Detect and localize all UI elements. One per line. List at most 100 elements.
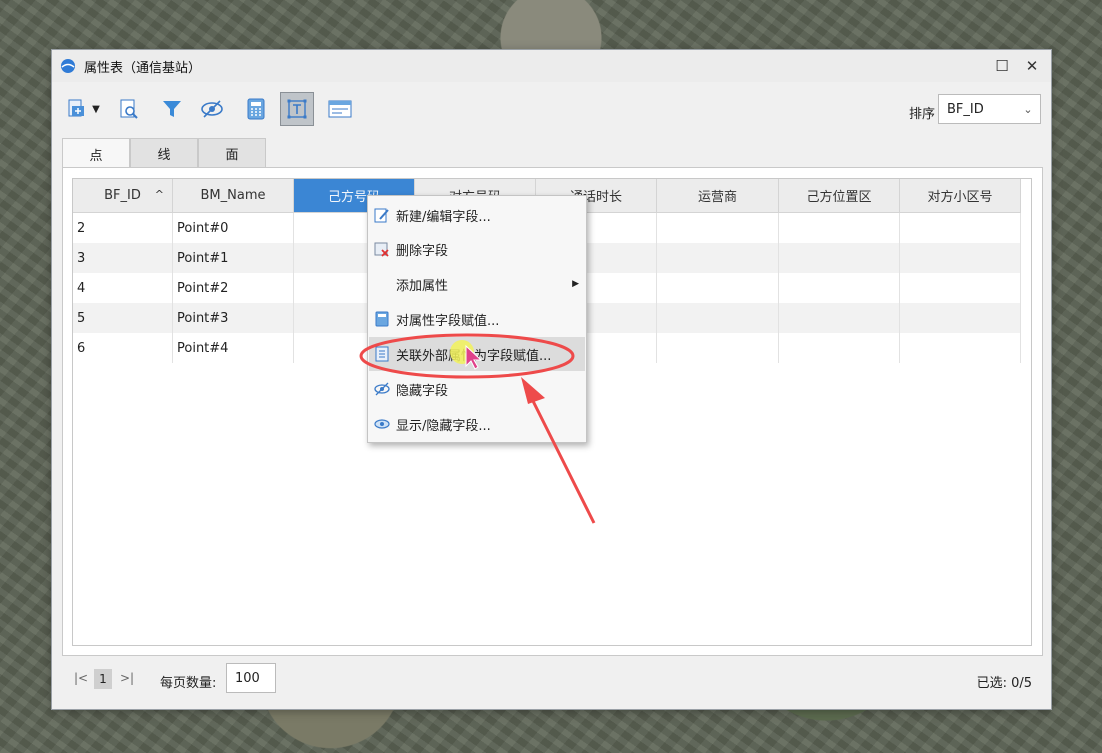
zoom-to-button[interactable] — [112, 92, 146, 126]
assign-value-icon — [375, 311, 389, 327]
close-icon: ✕ — [1025, 57, 1039, 75]
table-cell[interactable] — [657, 273, 779, 303]
column-header-carrier[interactable]: 运营商 — [657, 179, 779, 212]
calculator-icon — [247, 98, 265, 120]
blank-icon — [374, 276, 390, 292]
first-page-button[interactable]: |< — [74, 671, 88, 685]
menu-item-label: 显示/隐藏字段... — [396, 418, 491, 434]
tab-polygon-label: 面 — [225, 147, 239, 163]
filter-button[interactable] — [155, 92, 189, 126]
table-cell[interactable]: 5 — [73, 303, 173, 333]
menu-item-hide-field[interactable]: 隐藏字段 — [369, 372, 585, 406]
delete-field-icon — [374, 242, 389, 257]
menu-item-label: 关联外部属性为字段赋值... — [396, 348, 552, 364]
hide-icon — [201, 100, 223, 118]
field-editor-button[interactable] — [280, 92, 314, 126]
export-dropdown-button[interactable]: ▼ — [86, 92, 106, 126]
dropdown-arrow-icon: ▼ — [92, 103, 100, 115]
table-cell[interactable]: 6 — [73, 333, 173, 363]
selection-count: 已选: 0/5 — [976, 676, 1032, 691]
column-header-label: 运营商 — [697, 190, 737, 205]
per-page-label: 每页数量: — [160, 676, 217, 691]
menu-item-add-attribute[interactable]: 添加属性 ▶ — [369, 267, 585, 301]
column-header-own-area[interactable]: 己方位置区 — [779, 179, 900, 212]
field-editor-icon — [287, 99, 307, 119]
tab-line[interactable]: 线 — [130, 138, 198, 167]
column-header-label: BM_Name — [200, 188, 266, 203]
last-page-button[interactable]: >| — [120, 671, 134, 685]
tab-point-label: 点 — [89, 148, 103, 164]
sort-label: 排序 — [908, 107, 935, 122]
table-cell[interactable]: Point#4 — [173, 333, 294, 363]
current-page-button[interactable]: 1 — [94, 669, 112, 689]
table-cell[interactable]: Point#1 — [173, 243, 294, 273]
edit-field-icon — [374, 208, 389, 223]
per-page-value: 100 — [235, 670, 260, 686]
table-cell[interactable] — [657, 243, 779, 273]
table-view-icon — [328, 100, 352, 118]
column-header-label: BF_ID — [104, 188, 141, 203]
table-cell[interactable]: Point#3 — [173, 303, 294, 333]
table-cell[interactable] — [900, 333, 1021, 363]
menu-item-label: 新建/编辑字段... — [396, 209, 491, 225]
column-header-peer-cell[interactable]: 对方小区号 — [900, 179, 1021, 212]
menu-item-label: 隐藏字段 — [396, 383, 449, 399]
show-hide-field-icon — [374, 419, 390, 429]
table-cell[interactable] — [657, 303, 779, 333]
zoom-to-icon — [120, 99, 138, 119]
sort-field-select[interactable]: BF_ID ⌄ — [938, 94, 1041, 124]
per-page-input[interactable]: 100 — [226, 663, 276, 693]
menu-item-show-hide-fields[interactable]: 显示/隐藏字段... — [369, 407, 585, 441]
menu-item-label: 添加属性 — [396, 278, 449, 294]
column-header-label: 己方位置区 — [806, 190, 872, 205]
menu-item-new-edit-field[interactable]: 新建/编辑字段... — [369, 198, 585, 232]
sort-ascending-icon: ^ — [154, 188, 164, 201]
column-context-menu: 新建/编辑字段... 删除字段 添加属性 ▶ 对属性字段赋值... 关联外部属性… — [367, 195, 587, 443]
column-header-bf-id[interactable]: BF_ID ^ — [73, 179, 173, 212]
table-cell[interactable] — [900, 243, 1021, 273]
table-cell[interactable] — [900, 303, 1021, 333]
table-cell[interactable] — [779, 243, 900, 273]
table-cell[interactable]: Point#0 — [173, 213, 294, 243]
toolbar: ▼ 排序 BF_ID ⌄ — [52, 90, 1051, 130]
tab-polygon[interactable]: 面 — [198, 138, 266, 167]
hide-field-icon — [374, 382, 390, 396]
pagination-bar: |< 1 >| 每页数量: 100 已选: 0/5 — [52, 660, 1051, 700]
table-cell[interactable]: 4 — [73, 273, 173, 303]
export-icon — [68, 99, 84, 117]
table-cell[interactable] — [779, 213, 900, 243]
table-cell[interactable] — [779, 303, 900, 333]
hide-button[interactable] — [195, 92, 229, 126]
sort-field-value: BF_ID — [947, 101, 984, 117]
calculator-button[interactable] — [239, 92, 273, 126]
table-cell[interactable] — [657, 213, 779, 243]
chevron-down-icon: ⌄ — [1023, 102, 1033, 116]
menu-item-label: 删除字段 — [396, 243, 449, 259]
table-cell[interactable] — [779, 273, 900, 303]
table-cell[interactable] — [900, 213, 1021, 243]
geometry-tabs: 点 线 面 — [62, 138, 266, 169]
table-cell[interactable] — [900, 273, 1021, 303]
tab-point[interactable]: 点 — [62, 138, 130, 169]
close-button[interactable]: ✕ — [1021, 56, 1043, 76]
table-cell[interactable]: 2 — [73, 213, 173, 243]
link-assign-icon — [375, 346, 389, 362]
menu-item-delete-field[interactable]: 删除字段 — [369, 232, 585, 266]
maximize-button[interactable]: ☐ — [991, 56, 1013, 76]
maximize-icon: ☐ — [995, 57, 1009, 75]
submenu-arrow-icon: ▶ — [572, 279, 579, 289]
title-bar[interactable]: 属性表（通信基站） ☐ ✕ — [52, 50, 1051, 82]
column-header-bm-name[interactable]: BM_Name — [173, 179, 294, 212]
filter-icon — [163, 101, 181, 117]
menu-item-link-external-assign[interactable]: 关联外部属性为字段赋值... — [369, 337, 585, 371]
table-cell[interactable]: 3 — [73, 243, 173, 273]
table-cell[interactable] — [657, 333, 779, 363]
table-cell[interactable] — [779, 333, 900, 363]
window-title: 属性表（通信基站） — [84, 60, 202, 76]
table-view-button[interactable] — [323, 92, 357, 126]
table-cell[interactable]: Point#2 — [173, 273, 294, 303]
column-header-label: 对方小区号 — [927, 190, 993, 205]
tab-line-label: 线 — [157, 147, 171, 163]
menu-item-assign-field-value[interactable]: 对属性字段赋值... — [369, 302, 585, 336]
menu-item-label: 对属性字段赋值... — [396, 313, 500, 329]
